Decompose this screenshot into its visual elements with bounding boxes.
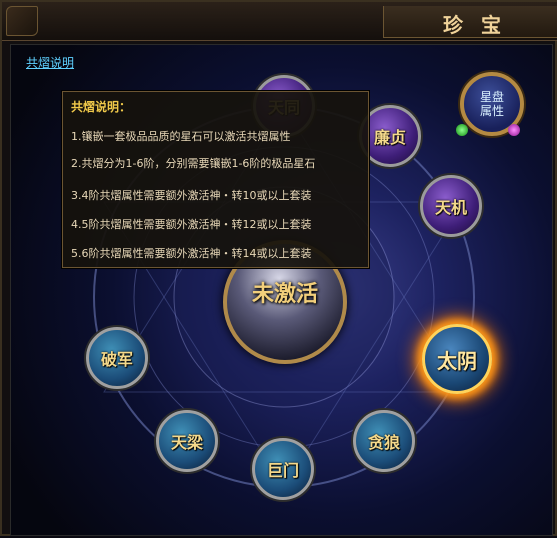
emblem-label-line2: 属性 bbox=[479, 104, 504, 118]
tooltip-line: 3.4阶共熠属性需要额外激活神・转10或以上套装 bbox=[71, 189, 312, 202]
resonance-status-label: 未激活 bbox=[251, 281, 318, 307]
title-bar: 珍宝 bbox=[2, 2, 557, 41]
star-node-jumen[interactable]: 巨门 bbox=[252, 438, 314, 500]
tooltip-line: 2.共熠分为1-6阶，分别需要镶嵌1-6阶的极品星石 bbox=[71, 157, 316, 170]
node-label: 贪狼 bbox=[367, 433, 400, 452]
tooltip-title: 共熠说明： bbox=[71, 100, 132, 114]
star-node-tanlang[interactable]: 贪狼 bbox=[353, 410, 415, 472]
gongming-help-link[interactable]: 共熠说明 bbox=[26, 54, 74, 71]
node-label: 廉贞 bbox=[373, 128, 406, 147]
star-node-tianji[interactable]: 天机 bbox=[420, 175, 482, 237]
green-gem-icon bbox=[456, 124, 468, 136]
node-label: 巨门 bbox=[266, 461, 299, 480]
window-title: 珍宝 bbox=[443, 13, 519, 37]
tooltip-line: 1.镶嵌一套极品品质的星石可以激活共熠属性 bbox=[71, 130, 291, 143]
node-label: 太阴 bbox=[437, 348, 477, 373]
emblem-label-line1: 星盘 bbox=[479, 90, 504, 104]
gongming-tooltip: 共熠说明： 1.镶嵌一套极品品质的星石可以激活共熠属性 2.共熠分为1-6阶，分… bbox=[62, 91, 369, 268]
purple-gem-icon bbox=[508, 124, 520, 136]
node-label: 天梁 bbox=[170, 433, 203, 452]
corner-ornament-icon bbox=[6, 6, 38, 36]
node-label: 天机 bbox=[434, 198, 467, 217]
tooltip-line: 5.6阶共熠属性需要额外激活神・转14或以上套装 bbox=[71, 247, 312, 260]
star-disk-attributes-button[interactable]: 星盘 属性 bbox=[454, 64, 524, 146]
window-frame: 珍宝 共熠说明 星盘 属性 未激活 天同 廉贞 天机 太阴 贪狼 巨门 天梁 破… bbox=[0, 0, 557, 536]
star-node-pojun[interactable]: 破军 bbox=[86, 327, 148, 389]
star-node-taiyin[interactable]: 太阴 bbox=[422, 324, 492, 394]
node-label: 破军 bbox=[100, 350, 133, 369]
star-node-tianliang[interactable]: 天梁 bbox=[156, 410, 218, 472]
tooltip-line: 4.5阶共熠属性需要额外激活神・转12或以上套装 bbox=[71, 218, 312, 231]
